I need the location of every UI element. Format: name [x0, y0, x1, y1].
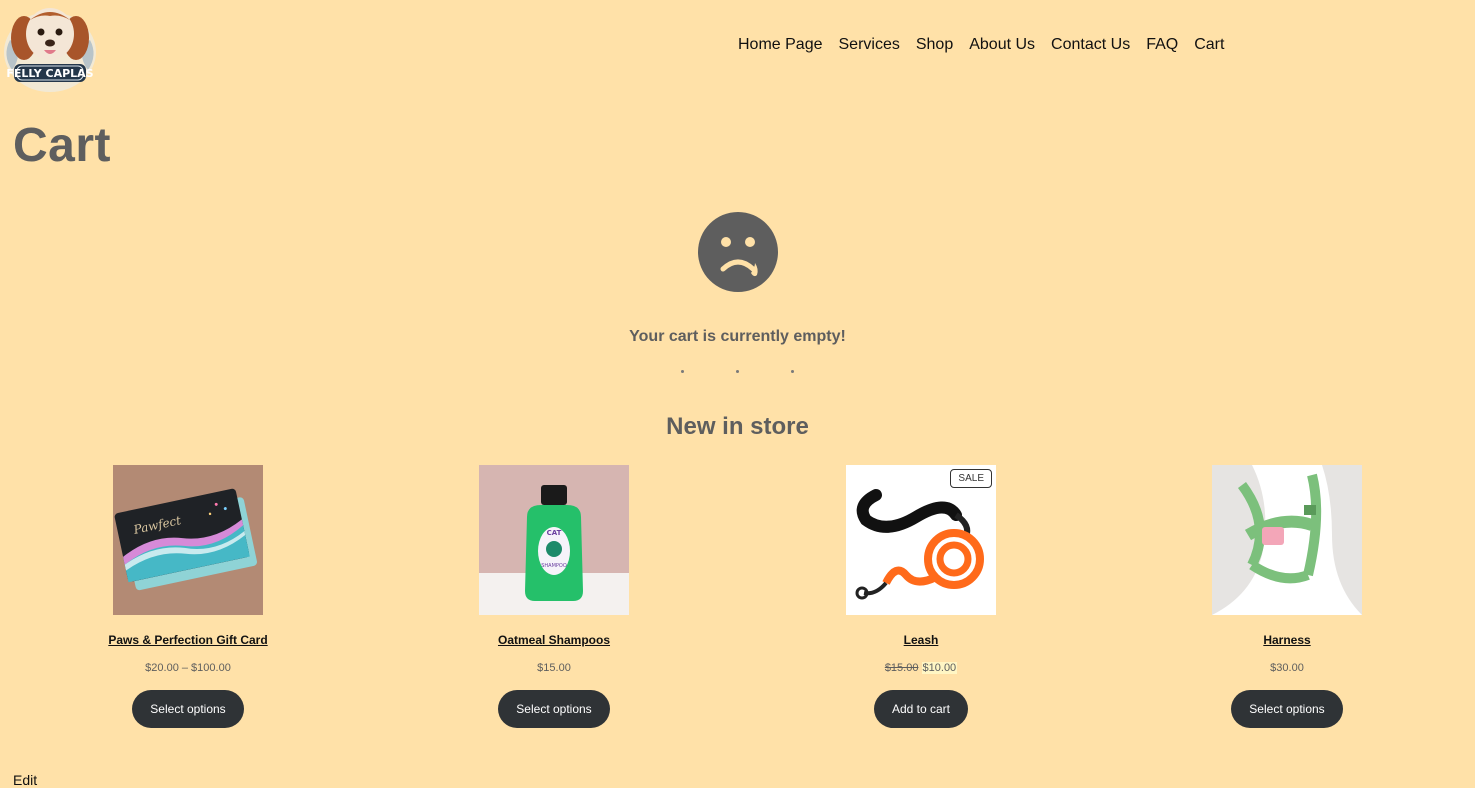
select-options-button[interactable]: Select options	[498, 690, 610, 728]
sad-face-icon	[697, 211, 779, 293]
shampoo-image[interactable]: CAT SHAMPOO	[479, 465, 629, 615]
separator	[0, 370, 1475, 373]
product-price: $15.00 $10.00	[801, 662, 1041, 678]
edit-link[interactable]: Edit	[13, 772, 37, 788]
product-price: $15.00	[537, 662, 571, 674]
separator-dot	[791, 370, 794, 373]
nav-faq[interactable]: FAQ	[1146, 36, 1178, 54]
product-price: $20.00 – $100.00	[145, 662, 231, 674]
product-card: Pawfect Paws & Perfection Gift Card $20.…	[68, 465, 308, 728]
product-price: $30.00	[1270, 662, 1304, 674]
nav-services[interactable]: Services	[839, 36, 900, 54]
product-card: SALE Leash $15.00 $10.00 Add to cart	[801, 465, 1041, 728]
nav-contact-us[interactable]: Contact Us	[1051, 36, 1130, 54]
svg-text:CAT: CAT	[547, 529, 562, 537]
product-name[interactable]: Paws & Perfection Gift Card	[108, 633, 267, 647]
page-title: Cart	[13, 119, 112, 172]
svg-text:SHAMPOO: SHAMPOO	[541, 563, 567, 569]
select-options-button[interactable]: Select options	[132, 690, 244, 728]
sale-badge: SALE	[950, 469, 992, 488]
nav-cart[interactable]: Cart	[1194, 36, 1224, 54]
nav-home-page[interactable]: Home Page	[738, 36, 823, 54]
separator-dot	[681, 370, 684, 373]
add-to-cart-button[interactable]: Add to cart	[873, 690, 969, 728]
product-name[interactable]: Leash	[904, 633, 939, 647]
new-in-store-title: New in store	[666, 413, 809, 440]
nav-about-us[interactable]: About Us	[969, 36, 1035, 54]
sale-price: $10.00	[921, 662, 958, 674]
product-name[interactable]: Oatmeal Shampoos	[498, 633, 610, 647]
separator-dot	[736, 370, 739, 373]
leash-image[interactable]: SALE	[846, 465, 996, 615]
harness-image[interactable]	[1212, 465, 1362, 615]
site-logo[interactable]: FELLY CAPLAS	[0, 0, 100, 92]
svg-text:FELLY CAPLAS: FELLY CAPLAS	[6, 67, 93, 80]
select-options-button[interactable]: Select options	[1231, 690, 1343, 728]
product-grid: Pawfect Paws & Perfection Gift Card $20.…	[0, 465, 1475, 735]
old-price: $15.00	[884, 662, 919, 674]
product-card: Harness $30.00 Select options	[1167, 465, 1407, 728]
gift-card-image[interactable]: Pawfect	[113, 465, 263, 615]
empty-cart-message: Your cart is currently empty!	[629, 328, 846, 345]
nav-shop[interactable]: Shop	[916, 36, 953, 54]
main-nav: Home Page Services Shop About Us Contact…	[738, 36, 1224, 54]
product-name[interactable]: Harness	[1263, 633, 1310, 647]
product-card: CAT SHAMPOO Oatmeal Shampoos $15.00 Sele…	[434, 465, 674, 728]
